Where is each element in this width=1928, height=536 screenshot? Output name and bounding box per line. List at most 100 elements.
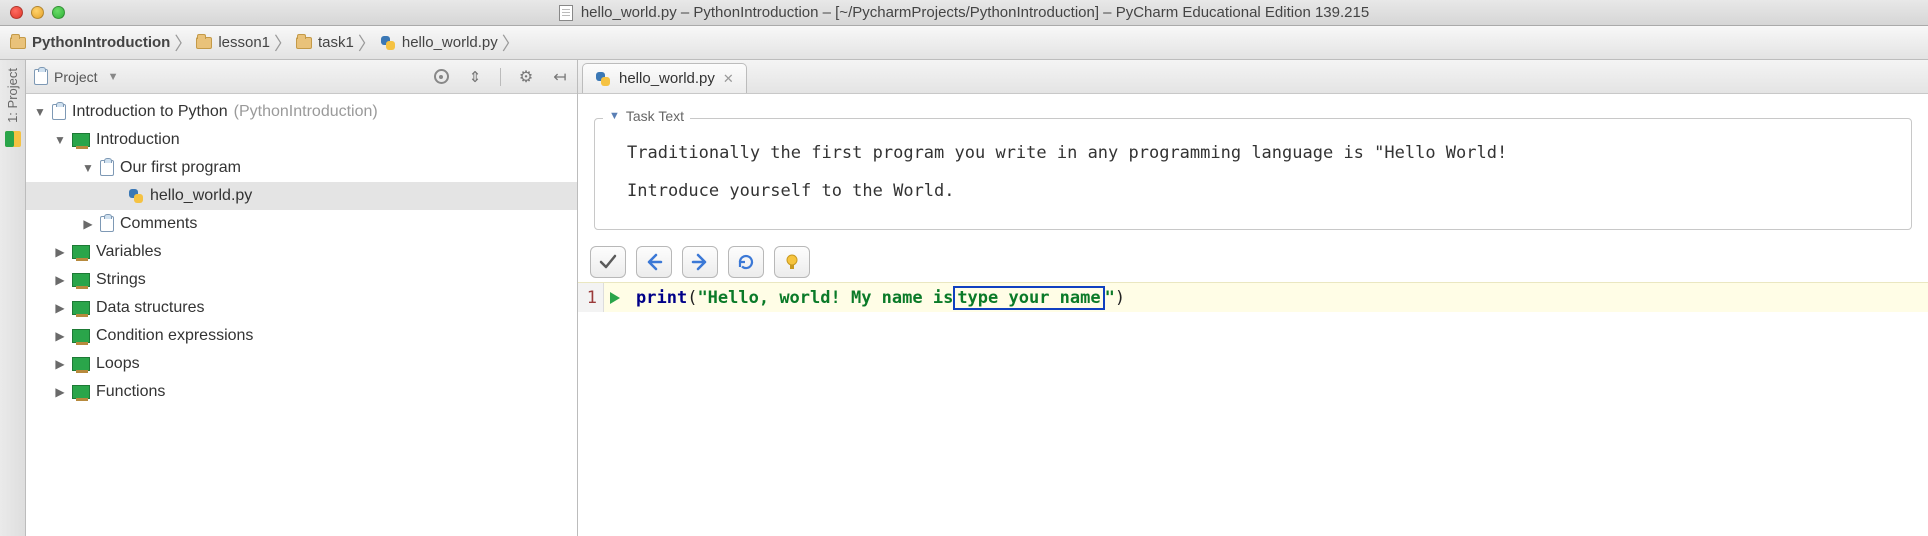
window-titlebar: hello_world.py – PythonIntroduction – [~…	[0, 0, 1928, 26]
project-sidebar: Project ▼ Introduction to Python (Python…	[26, 60, 578, 536]
task-text-legend[interactable]: ▼ Task Text	[603, 108, 690, 124]
task-text-group: ▼ Task Text Traditionally the first prog…	[594, 118, 1912, 230]
window-title: hello_world.py – PythonIntroduction – [~…	[581, 4, 1369, 21]
task-text-line: Traditionally the first program you writ…	[627, 143, 1897, 163]
editor-tab-hello-world[interactable]: hello_world.py ✕	[582, 63, 747, 93]
tree-lesson-variables[interactable]: Variables	[26, 238, 577, 266]
tree-file-hello-world[interactable]: hello_world.py	[26, 182, 577, 210]
chevron-down-icon: ▼	[609, 110, 620, 122]
lesson-icon	[72, 245, 90, 259]
breadcrumb-item-lesson[interactable]: lesson1	[196, 34, 270, 51]
editor-area: hello_world.py ✕ ▼ Task Text Traditional…	[578, 60, 1928, 536]
next-task-button[interactable]	[682, 246, 718, 278]
tree-label: Functions	[96, 383, 165, 401]
folder-icon	[296, 37, 312, 49]
window-minimize-button[interactable]	[31, 6, 44, 19]
task-legend-label: Task Text	[626, 108, 684, 124]
chevron-right-icon: 〉	[502, 30, 520, 56]
window-zoom-button[interactable]	[52, 6, 65, 19]
project-view-icon	[34, 69, 48, 85]
breadcrumb-label: task1	[318, 34, 354, 51]
tree-label: Loops	[96, 355, 140, 373]
project-tool-label: 1: Project	[5, 68, 20, 123]
toolbar-divider	[500, 68, 501, 86]
scroll-from-source-button[interactable]	[432, 68, 450, 86]
expand-arrow-icon[interactable]	[54, 273, 66, 287]
expand-arrow-icon[interactable]	[54, 301, 66, 315]
tree-suffix: (PythonIntroduction)	[234, 103, 378, 121]
expand-arrow-icon[interactable]	[54, 133, 66, 147]
python-file-icon	[128, 188, 144, 204]
expand-arrow-icon[interactable]	[54, 357, 66, 371]
project-tree[interactable]: Introduction to Python (PythonIntroducti…	[26, 94, 577, 536]
task-icon	[100, 160, 114, 176]
lesson-icon	[72, 133, 90, 147]
code-placeholder-field[interactable]: type your name	[953, 286, 1104, 310]
arrow-right-icon	[690, 252, 710, 272]
window-close-button[interactable]	[10, 6, 23, 19]
tree-lesson-functions[interactable]: Functions	[26, 378, 577, 406]
settings-button[interactable]	[517, 68, 535, 86]
expand-arrow-icon[interactable]	[54, 245, 66, 259]
tree-task-first-program[interactable]: Our first program	[26, 154, 577, 182]
breadcrumb-item-file[interactable]: hello_world.py	[380, 34, 498, 51]
expand-arrow-icon[interactable]	[54, 329, 66, 343]
lesson-icon	[72, 329, 90, 343]
tree-lesson-condition-expressions[interactable]: Condition expressions	[26, 322, 577, 350]
check-task-button[interactable]	[590, 246, 626, 278]
task-toolbar	[578, 238, 1928, 282]
breadcrumb-item-project[interactable]: PythonIntroduction	[10, 34, 170, 51]
chevron-right-icon: 〉	[174, 30, 192, 56]
tree-lesson-data-structures[interactable]: Data structures	[26, 294, 577, 322]
expand-arrow-icon[interactable]	[82, 161, 94, 175]
tree-lesson-strings[interactable]: Strings	[26, 266, 577, 294]
lesson-icon	[72, 273, 90, 287]
pycharm-icon	[5, 131, 21, 147]
tree-label: Our first program	[120, 159, 241, 177]
collapse-all-button[interactable]	[466, 68, 484, 86]
expand-arrow-icon[interactable]	[34, 105, 46, 119]
tree-label: hello_world.py	[150, 187, 252, 205]
hint-button[interactable]	[774, 246, 810, 278]
tree-lesson-loops[interactable]: Loops	[26, 350, 577, 378]
project-panel-header: Project ▼	[26, 60, 577, 94]
tree-label: Strings	[96, 271, 146, 289]
lesson-icon	[72, 385, 90, 399]
tree-label: Introduction	[96, 131, 180, 149]
tree-label: Condition expressions	[96, 327, 253, 345]
code-string: "Hello, world! My name is	[697, 288, 953, 308]
code-keyword: print	[636, 288, 687, 308]
breadcrumb-label: hello_world.py	[402, 34, 498, 51]
arrow-left-icon	[644, 252, 664, 272]
tree-label: Variables	[96, 243, 162, 261]
code-editor[interactable]: 1 print("Hello, world! My name is type y…	[578, 282, 1928, 312]
code-line[interactable]: print("Hello, world! My name is type you…	[626, 286, 1125, 310]
course-icon	[52, 104, 66, 120]
tree-label: Data structures	[96, 299, 204, 317]
folder-icon	[10, 37, 26, 49]
python-file-icon	[595, 71, 611, 87]
refresh-task-button[interactable]	[728, 246, 764, 278]
editor-tab-label: hello_world.py	[619, 70, 715, 87]
chevron-down-icon[interactable]: ▼	[108, 71, 119, 83]
check-icon	[598, 252, 618, 272]
tree-task-comments[interactable]: Comments	[26, 210, 577, 238]
chevron-right-icon: 〉	[358, 30, 376, 56]
breadcrumb-item-task[interactable]: task1	[296, 34, 354, 51]
expand-arrow-icon[interactable]	[54, 385, 66, 399]
line-number: 1	[587, 288, 597, 308]
tree-root[interactable]: Introduction to Python (PythonIntroducti…	[26, 98, 577, 126]
tree-lesson-introduction[interactable]: Introduction	[26, 126, 577, 154]
window-controls	[8, 6, 65, 19]
hide-panel-button[interactable]	[551, 68, 569, 86]
prev-task-button[interactable]	[636, 246, 672, 278]
expand-arrow-icon[interactable]	[82, 217, 94, 231]
task-icon	[100, 216, 114, 232]
run-gutter-icon[interactable]	[604, 291, 626, 305]
breadcrumb-label: lesson1	[218, 34, 270, 51]
project-panel-title: Project	[54, 69, 98, 85]
project-tool-button[interactable]: 1: Project	[5, 68, 20, 123]
editor-tabs: hello_world.py ✕	[578, 60, 1928, 94]
close-tab-button[interactable]: ✕	[723, 71, 734, 87]
tree-label: Comments	[120, 215, 197, 233]
